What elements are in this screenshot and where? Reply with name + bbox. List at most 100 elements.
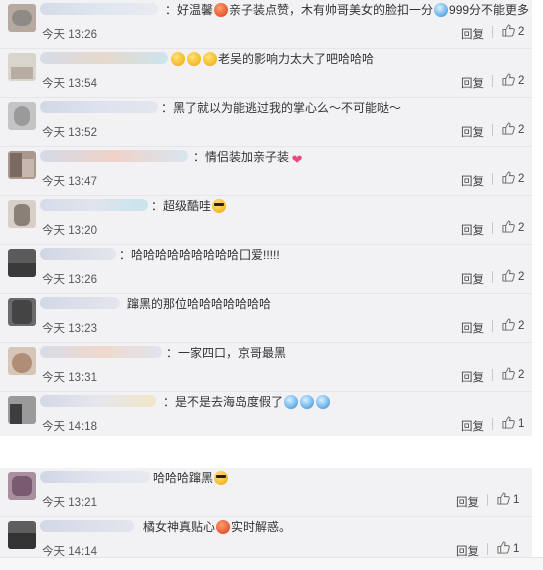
- reply-button[interactable]: 回复: [461, 222, 484, 238]
- crying-emoji-icon: [434, 3, 449, 17]
- avatar[interactable]: [8, 249, 36, 277]
- reply-button[interactable]: 回复: [461, 75, 484, 91]
- comment-text: 老吴的影响力太大了吧哈哈哈: [170, 51, 374, 67]
- comment-text: ：超级酷哇: [151, 198, 227, 214]
- comment-text: 哈哈哈蹿黑: [153, 470, 229, 486]
- username-blurred[interactable]: [40, 248, 116, 260]
- crying-emoji-icon: [284, 395, 299, 409]
- comment-text: ：好温馨 亲子装点赞，木有帅哥美女的脸扣一分 999分不能更多: [165, 3, 530, 17]
- like-button[interactable]: 2: [502, 24, 524, 38]
- comment-text: ：黑了就以为能逃过我的掌心么～不可能哒～: [161, 101, 402, 115]
- reply-button[interactable]: 回复: [456, 494, 479, 510]
- divider: [492, 222, 493, 234]
- like-button[interactable]: 1: [502, 416, 524, 430]
- thumbs-up-icon: [502, 416, 515, 429]
- comment-time: 今天 13:47: [42, 176, 97, 188]
- emoji-icon: [214, 3, 229, 17]
- like-count: 2: [518, 320, 525, 332]
- like-count: 1: [513, 494, 520, 506]
- laughing-emoji-icon: [171, 52, 185, 66]
- username-blurred[interactable]: [40, 395, 156, 407]
- comment-row: ：一家四口，京哥最黑 今天 13:31 回复 2: [0, 343, 532, 392]
- like-button[interactable]: 2: [502, 367, 524, 381]
- comment-text: ：情侣装加亲子装 ❤: [193, 150, 303, 167]
- avatar[interactable]: [8, 53, 36, 81]
- username-blurred[interactable]: [40, 199, 148, 211]
- divider: [492, 369, 493, 381]
- avatar[interactable]: [8, 472, 36, 500]
- username-blurred[interactable]: [40, 150, 188, 162]
- like-button[interactable]: 2: [502, 318, 524, 332]
- like-count: 2: [518, 173, 525, 185]
- like-button[interactable]: 2: [502, 171, 524, 185]
- divider: [487, 543, 488, 555]
- comment-list-continued: 哈哈哈蹿黑 今天 13:21 回复 1 橘女神真贴心 实时解惑。 今天 14:14…: [0, 468, 532, 558]
- thumbs-up-icon: [502, 269, 515, 282]
- reply-button[interactable]: 回复: [461, 418, 484, 434]
- comment-row: ：哈哈哈哈哈哈哈哈哈囗爱!!!!! 今天 13:26 回复 2: [0, 245, 532, 294]
- like-count: 2: [518, 26, 525, 38]
- comment-row: ：黑了就以为能逃过我的掌心么～不可能哒～ 今天 13:52 回复 2: [0, 98, 532, 147]
- sunglasses-emoji-icon: [212, 199, 227, 213]
- username-blurred[interactable]: [40, 3, 158, 15]
- reply-button[interactable]: 回复: [461, 271, 484, 287]
- avatar[interactable]: [8, 298, 36, 326]
- avatar[interactable]: [8, 102, 36, 130]
- comment-time: 今天 13:52: [42, 127, 97, 139]
- reply-button[interactable]: 回复: [461, 320, 484, 336]
- divider: [492, 320, 493, 332]
- avatar[interactable]: [8, 347, 36, 375]
- comment-time: 今天 13:21: [42, 497, 97, 509]
- divider: [492, 75, 493, 87]
- reply-button[interactable]: 回复: [461, 173, 484, 189]
- like-count: 1: [518, 418, 525, 430]
- username-blurred[interactable]: [40, 52, 168, 64]
- sunglasses-emoji-icon: [214, 471, 229, 485]
- heart-icon: ❤: [291, 152, 303, 167]
- thumbs-up-icon: [497, 541, 510, 554]
- avatar[interactable]: [8, 521, 36, 549]
- divider: [492, 271, 493, 283]
- username-blurred[interactable]: [40, 297, 120, 309]
- avatar[interactable]: [8, 396, 36, 424]
- reply-button[interactable]: 回复: [461, 124, 484, 140]
- comment-list: ：好温馨 亲子装点赞，木有帅哥美女的脸扣一分 999分不能更多 今天 13:26 回…: [0, 0, 532, 436]
- avatar[interactable]: [8, 200, 36, 228]
- username-blurred[interactable]: [40, 520, 134, 532]
- reply-button[interactable]: 回复: [461, 26, 484, 42]
- username-blurred[interactable]: [40, 471, 150, 483]
- crying-emoji-icon: [300, 395, 315, 409]
- like-button[interactable]: 2: [502, 122, 524, 136]
- like-count: 2: [518, 75, 525, 87]
- avatar[interactable]: [8, 4, 36, 32]
- avatar[interactable]: [8, 151, 36, 179]
- like-button[interactable]: 2: [502, 220, 524, 234]
- comment-row: ：是不是去海岛度假了 今天 14:18 回复 1: [0, 392, 532, 441]
- comment-text: 橘女神真贴心 实时解惑。: [143, 520, 292, 534]
- comment-row: ：好温馨 亲子装点赞，木有帅哥美女的脸扣一分 999分不能更多 今天 13:26 回…: [0, 0, 532, 49]
- username-blurred[interactable]: [40, 101, 158, 113]
- thumbs-up-icon: [502, 318, 515, 331]
- comment-time: 今天 13:20: [42, 225, 97, 237]
- username-blurred[interactable]: [40, 346, 162, 358]
- like-button[interactable]: 1: [497, 492, 519, 506]
- like-count: 2: [518, 124, 525, 136]
- comment-time: 今天 13:26: [42, 29, 97, 41]
- like-count: 1: [513, 543, 520, 555]
- window-bottom-edge: [0, 557, 543, 570]
- like-button[interactable]: 1: [497, 541, 519, 555]
- thumbs-up-icon: [502, 73, 515, 86]
- reply-button[interactable]: 回复: [461, 369, 484, 385]
- crying-emoji-icon: [316, 395, 331, 409]
- thumbs-up-icon: [502, 122, 515, 135]
- like-button[interactable]: 2: [502, 73, 524, 87]
- comment-text: ：哈哈哈哈哈哈哈哈哈囗爱!!!!!: [119, 248, 280, 262]
- thumbs-up-icon: [502, 220, 515, 233]
- divider: [492, 124, 493, 136]
- thumbs-up-icon: [502, 24, 515, 37]
- like-button[interactable]: 2: [502, 269, 524, 283]
- laughing-emoji-icon: [203, 52, 217, 66]
- thumbs-up-icon: [502, 171, 515, 184]
- like-count: 2: [518, 271, 525, 283]
- comment-row: 哈哈哈蹿黑 今天 13:21 回复 1: [0, 468, 532, 517]
